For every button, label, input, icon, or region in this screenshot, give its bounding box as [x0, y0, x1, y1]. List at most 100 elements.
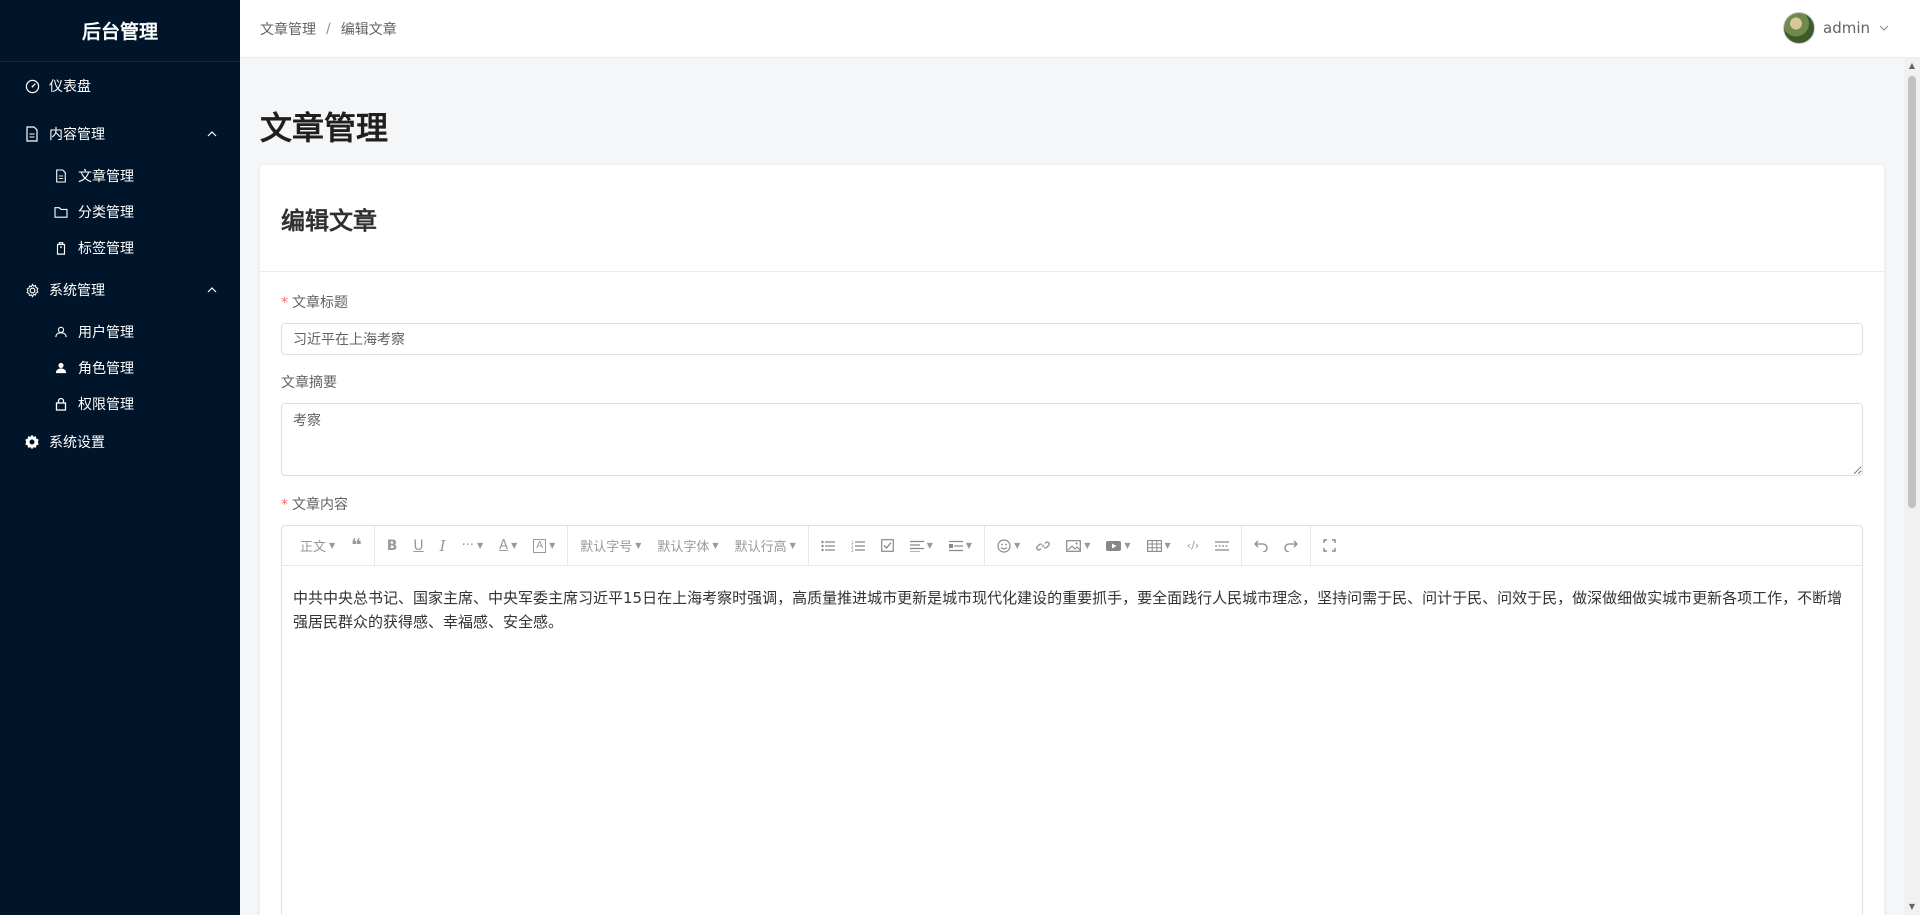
gear-icon: [24, 282, 40, 298]
fullscreen-icon: [1323, 539, 1336, 552]
sidebar-item-articles[interactable]: 文章管理: [0, 158, 240, 194]
sidebar-item-label: 标签管理: [78, 241, 134, 257]
toolbar-divider: [373, 526, 375, 566]
required-mark: *: [281, 497, 288, 513]
emoji-icon: [997, 538, 1011, 553]
summary-textarea[interactable]: 考察: [281, 403, 1863, 476]
sidebar-item-label: 文章管理: [78, 169, 134, 185]
image-icon: [1066, 539, 1082, 552]
sidebar-item-system[interactable]: 系统管理: [0, 266, 240, 314]
required-mark: *: [281, 295, 288, 311]
italic-button[interactable]: I: [432, 531, 454, 561]
page-scrollbar[interactable]: ▲ ▼: [1904, 58, 1920, 915]
emoji-button[interactable]: ▼: [989, 531, 1028, 561]
divider-button[interactable]: [1207, 531, 1237, 561]
underline-button[interactable]: U: [405, 531, 431, 561]
chevron-down-icon[interactable]: [1878, 22, 1890, 34]
summary-label: 文章摘要: [281, 375, 337, 391]
background-color-button[interactable]: A ▼: [525, 531, 563, 561]
logo: 后台管理: [0, 0, 240, 62]
undo-button[interactable]: [1246, 531, 1276, 561]
bold-icon: B: [386, 537, 398, 554]
toolbar-divider: [807, 526, 809, 566]
line-height-select[interactable]: 默认行高 ▼: [727, 531, 804, 561]
folder-icon: [54, 205, 68, 219]
sidebar-item-categories[interactable]: 分类管理: [0, 194, 240, 230]
sidebar-item-roles[interactable]: 角色管理: [0, 350, 240, 386]
sidebar-item-dashboard[interactable]: 仪表盘: [0, 62, 240, 110]
font-size-select[interactable]: 默认字号 ▼: [572, 531, 649, 561]
sidebar-item-label: 用户管理: [78, 325, 134, 341]
fullscreen-button[interactable]: [1315, 531, 1344, 561]
italic-icon: I: [439, 536, 446, 555]
indent-icon: [948, 540, 963, 552]
todo-button[interactable]: [873, 531, 902, 561]
quote-icon: ❝: [351, 535, 362, 556]
edit-card: 编辑文章 *文章标题 文章摘要 考察 *文章内容 正文▼ ❝ B U I ···…: [260, 165, 1884, 915]
scroll-up-arrow-icon[interactable]: ▲: [1908, 62, 1916, 70]
title-label-text: 文章标题: [292, 295, 348, 311]
sidebar-item-tags[interactable]: 标签管理: [0, 230, 240, 266]
sidebar-item-permissions[interactable]: 权限管理: [0, 386, 240, 422]
content-label: * 文章内容: [281, 495, 1864, 515]
svg-text:3: 3: [851, 548, 854, 552]
indent-button[interactable]: ▼: [941, 531, 980, 561]
code-icon: ‹/›: [1186, 539, 1200, 552]
sidebar-item-label: 权限管理: [78, 397, 134, 413]
justify-button[interactable]: ▼: [902, 531, 941, 561]
table-button[interactable]: ▼: [1139, 531, 1179, 561]
quote-button[interactable]: ❝: [343, 531, 370, 561]
content-label-text: 文章内容: [292, 497, 348, 513]
image-button[interactable]: ▼: [1058, 531, 1098, 561]
settings-icon: [24, 434, 40, 450]
font-color-icon: A: [499, 538, 509, 553]
editor-content[interactable]: 中共中央总书记、国家主席、中央军委主席习近平15日在上海考察时强调，高质量推进城…: [282, 566, 1862, 654]
numbered-list-button[interactable]: 123: [843, 531, 873, 561]
chevron-up-icon: [206, 284, 218, 296]
sidebar-item-settings[interactable]: 系统设置: [0, 422, 240, 462]
user-name[interactable]: admin: [1823, 19, 1870, 37]
redo-button[interactable]: [1276, 531, 1306, 561]
code-button[interactable]: ‹/›: [1179, 531, 1208, 561]
avatar[interactable]: [1783, 12, 1815, 44]
scrollbar-thumb[interactable]: [1908, 76, 1916, 508]
breadcrumb: 文章管理 / 编辑文章: [260, 19, 397, 39]
toolbar-divider: [984, 526, 986, 566]
toolbar-divider: [1241, 526, 1243, 566]
sidebar-item-label: 内容管理: [49, 127, 105, 143]
link-button[interactable]: [1028, 531, 1058, 561]
sidebar-item-label: 仪表盘: [49, 79, 91, 95]
sidebar-menu: 仪表盘 内容管理 文章管理 分类管理 标签管理 系统管理 用户管理 角色管理 权…: [0, 62, 240, 462]
checkbox-icon: [880, 539, 894, 552]
numbered-list-icon: 123: [851, 540, 865, 552]
font-color-button[interactable]: A ▼: [491, 531, 525, 561]
toolbar-divider: [567, 526, 569, 566]
table-icon: [1146, 539, 1162, 552]
bulleted-list-button[interactable]: [813, 531, 843, 561]
sidebar-item-content[interactable]: 内容管理: [0, 110, 240, 158]
user-menu[interactable]: admin: [1783, 12, 1890, 44]
background-color-icon: A: [533, 538, 547, 553]
bold-button[interactable]: B: [379, 531, 406, 561]
toolbar-divider: [1310, 526, 1312, 566]
font-family-select[interactable]: 默认字体 ▼: [649, 531, 726, 561]
article-form: *文章标题 文章摘要 考察 *文章内容 正文▼ ❝ B U I ···▼ A▼ …: [260, 293, 1884, 915]
breadcrumb-item-articles[interactable]: 文章管理: [260, 19, 316, 39]
user-icon: [54, 325, 68, 339]
main-content: 文章管理 编辑文章 *文章标题 文章摘要 考察 *文章内容 正文▼ ❝ B U …: [240, 59, 1904, 915]
sidebar-item-label: 角色管理: [78, 361, 134, 377]
card-title: 编辑文章: [260, 165, 1884, 272]
more-styles-button[interactable]: ··· ▼: [454, 531, 492, 561]
sidebar: 后台管理 仪表盘 内容管理 文章管理 分类管理 标签管理 系统管理 用户管理 角…: [0, 0, 240, 915]
redo-icon: [1284, 540, 1299, 552]
horizontal-rule-icon: [1215, 540, 1230, 552]
breadcrumb-separator: /: [326, 20, 331, 37]
sidebar-item-users[interactable]: 用户管理: [0, 314, 240, 350]
title-input[interactable]: [281, 323, 1863, 355]
underline-icon: U: [413, 537, 424, 554]
undo-icon: [1254, 540, 1268, 552]
scroll-down-arrow-icon[interactable]: ▼: [1908, 903, 1916, 911]
paragraph-select[interactable]: 正文 ▼: [292, 531, 343, 561]
video-button[interactable]: ▼: [1098, 531, 1138, 561]
rich-text-editor: 正文 ▼ ❝ B U I ··· ▼ A ▼ A ▼ 默认字号 ▼ 默认字体 ▼ 默认行高 ▼: [281, 525, 1863, 915]
